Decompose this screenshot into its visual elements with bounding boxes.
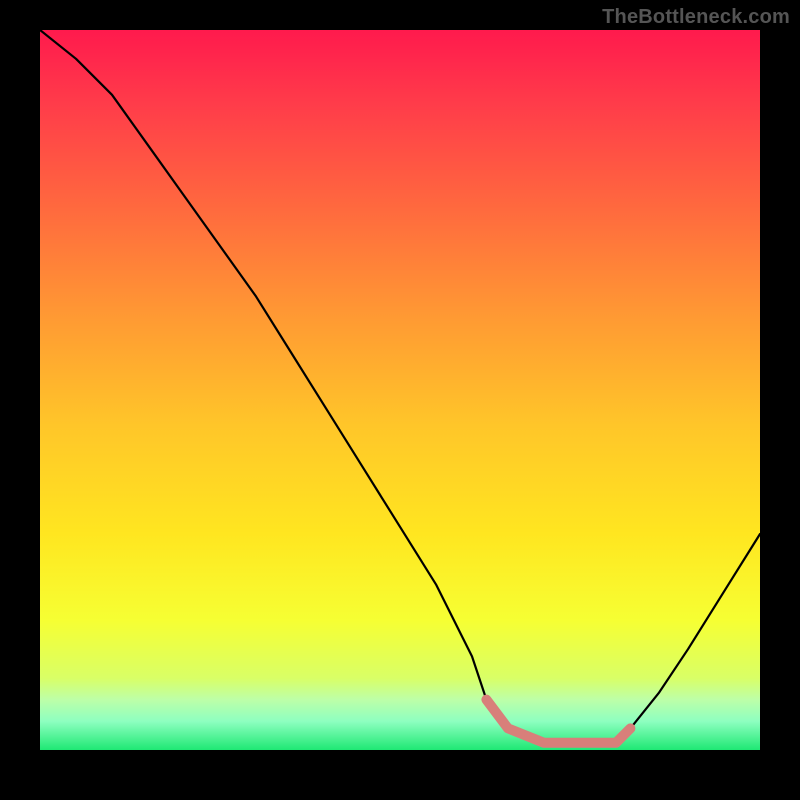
chart-frame: TheBottleneck.com [0,0,800,800]
plot-area [40,30,760,750]
gradient-background [40,30,760,750]
chart-svg [40,30,760,750]
watermark-label: TheBottleneck.com [602,6,790,29]
